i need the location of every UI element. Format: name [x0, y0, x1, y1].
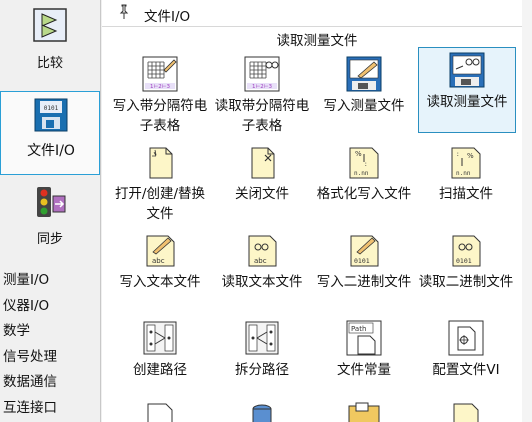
database-icon — [252, 404, 272, 422]
palette-item-label: 格式化写入文件 — [316, 186, 412, 202]
svg-text:1⊢2⊢3: 1⊢2⊢3 — [252, 84, 273, 90]
category-label: 比较 — [36, 56, 63, 71]
svg-text:%: % — [467, 152, 474, 160]
category-compare[interactable]: 比较 — [0, 2, 100, 86]
write-binary-file-icon: 0101 — [350, 235, 379, 267]
palette-item-write-binary-file[interactable]: 0101 写入二进制文件 — [316, 228, 414, 314]
svg-text:1⊢2⊢3: 1⊢2⊢3 — [150, 84, 171, 90]
palette-item-read-measurement-file[interactable]: 读取测量文件 — [418, 47, 516, 133]
palette-item-write-measurement-file[interactable]: 写入测量文件 — [316, 52, 414, 138]
palette-item-label: 扫描文件 — [439, 186, 493, 202]
palette-item-write-text-file[interactable]: abc 写入文本文件 — [112, 228, 210, 314]
svg-text::: : — [364, 161, 368, 168]
category-sidebar: 比较 0101 文件I/O 同步 测量I/O 仪器I/O 数学 信号处理 数据通… — [0, 0, 101, 422]
category-list-item[interactable]: 数学 — [0, 319, 100, 345]
palette-item-strip-path[interactable]: 拆分路径 — [214, 316, 312, 382]
palette-item-label: 创建路径 — [133, 362, 187, 378]
svg-text:abc: abc — [254, 257, 267, 265]
svg-text:%: % — [355, 150, 362, 158]
palette-item-config-file-vi[interactable]: 配置文件VI — [418, 316, 516, 382]
palette-item-close-file[interactable]: 关闭文件 — [214, 140, 312, 226]
compare-icon — [33, 8, 67, 42]
category-list-item[interactable]: 信号处理 — [0, 345, 100, 371]
palette-item-label: 读取测量文件 — [426, 94, 508, 110]
folder-icon — [348, 402, 380, 422]
category-file-io[interactable]: 0101 文件I/O — [0, 91, 100, 175]
category-label: 文件I/O — [27, 143, 75, 159]
read-binary-file-icon: 0101 — [452, 235, 481, 267]
palette-item-label: 写入带分隔符电子表格 — [112, 98, 208, 134]
scrollbar[interactable] — [522, 0, 532, 422]
close-file-icon — [251, 147, 275, 179]
svg-text::: : — [456, 151, 460, 158]
category-list-item[interactable]: 互连接口 — [0, 396, 100, 422]
svg-text:0101: 0101 — [44, 105, 59, 112]
read-text-file-icon: abc — [248, 235, 277, 267]
svg-text:n.nn: n.nn — [456, 170, 471, 177]
palette-item-label: 写入文本文件 — [119, 274, 201, 290]
file-constants-icon: Path — [346, 320, 382, 356]
config-file-vi-icon — [448, 320, 484, 356]
palette-item-database[interactable] — [214, 396, 312, 422]
format-into-file-icon: % : n.nn — [349, 147, 379, 179]
category-label: 同步 — [36, 232, 63, 247]
palette-title: 文件I/O — [144, 9, 191, 25]
read-measurement-file-icon — [449, 52, 485, 88]
palette-item-label: 写入测量文件 — [323, 98, 405, 114]
traffic-light-icon — [37, 187, 66, 217]
palette-item-label: 读取文本文件 — [221, 274, 303, 290]
write-text-file-icon: abc — [146, 235, 175, 267]
svg-text:0101: 0101 — [354, 257, 370, 265]
palette-item-read-binary-file[interactable]: 0101 读取二进制文件 — [418, 228, 516, 314]
palette-item-file-constants[interactable]: Path 文件常量 — [316, 316, 414, 382]
palette-item-build-path[interactable]: 创建路径 — [112, 316, 210, 382]
build-path-icon — [143, 321, 177, 355]
svg-text:n.nn: n.nn — [354, 170, 369, 177]
strip-path-icon — [245, 321, 279, 355]
palette-item-read-text-file[interactable]: abc 读取文本文件 — [214, 228, 312, 314]
floppy-disk-icon: 0101 — [34, 98, 68, 132]
palette-item-label: 文件常量 — [337, 362, 391, 378]
palette-item-label: 拆分路径 — [235, 362, 289, 378]
write-measurement-file-icon — [346, 56, 382, 92]
palette-item-document[interactable] — [418, 396, 516, 422]
palette-item-scan-from-file[interactable]: : % n.nn 扫描文件 — [418, 140, 516, 226]
category-list-item[interactable]: 数据通信 — [0, 370, 100, 396]
palette-header: 文件I/O — [102, 0, 532, 27]
svg-text:Path: Path — [351, 325, 366, 333]
palette-item-format-into-file[interactable]: % : n.nn 格式化写入文件 — [316, 140, 414, 226]
scan-from-file-icon: : % n.nn — [451, 147, 481, 179]
palette-item-open-create-file[interactable]: 打开/创建/替换文件 — [112, 140, 210, 226]
palette-item-label: 写入二进制文件 — [316, 274, 412, 290]
svg-text:abc: abc — [152, 257, 165, 265]
file-icon — [147, 403, 173, 422]
read-spreadsheet-icon: 1⊢2⊢3 — [244, 56, 280, 92]
document-icon — [453, 403, 479, 422]
write-spreadsheet-icon: 1⊢2⊢3 — [142, 56, 178, 92]
category-sync[interactable]: 同步 — [0, 180, 100, 264]
palette-item-label: 配置文件VI — [432, 362, 500, 378]
svg-text:0101: 0101 — [456, 257, 472, 265]
palette-item-file[interactable] — [112, 396, 210, 422]
palette-item-write-spreadsheet[interactable]: 1⊢2⊢3 写入带分隔符电子表格 — [112, 52, 210, 138]
palette-item-label: 关闭文件 — [235, 186, 289, 202]
palette-item-folder[interactable] — [316, 396, 414, 422]
palette-item-label: 读取带分隔符电子表格 — [214, 98, 310, 134]
category-list-item[interactable]: 仪器I/O — [0, 294, 100, 320]
palette-item-label: 打开/创建/替换文件 — [114, 186, 206, 222]
function-palette: 文件I/O 读取测量文件 1⊢2⊢3 写入带分隔符电子表格 1⊢2⊢3 读取带分… — [102, 0, 532, 422]
open-create-file-icon — [149, 147, 173, 179]
category-list-item[interactable]: 测量I/O — [0, 268, 100, 294]
pin-icon[interactable] — [116, 4, 132, 20]
palette-item-read-spreadsheet[interactable]: 1⊢2⊢3 读取带分隔符电子表格 — [214, 52, 312, 138]
palette-subtitle: 读取测量文件 — [276, 33, 358, 49]
category-list: 测量I/O 仪器I/O 数学 信号处理 数据通信 互连接口 — [0, 268, 100, 421]
palette-item-label: 读取二进制文件 — [418, 274, 514, 290]
